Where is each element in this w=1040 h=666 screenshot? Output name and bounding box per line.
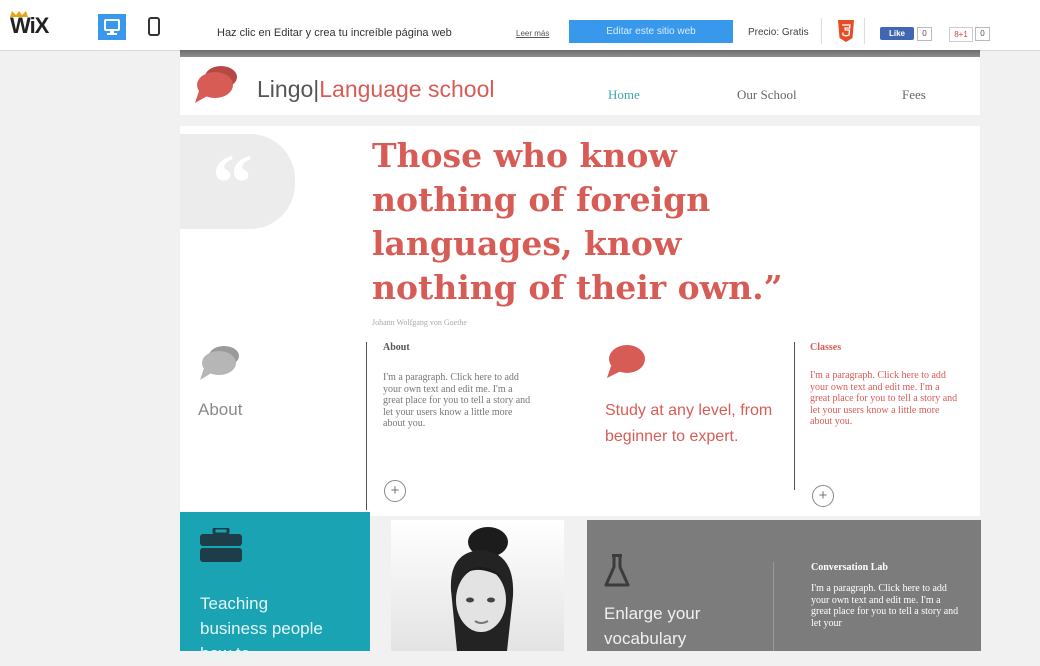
edit-site-button[interactable]: Editar este sitio web [569, 20, 733, 43]
divider [821, 18, 822, 44]
learn-more-link[interactable]: Leer más [516, 29, 549, 38]
column-divider [366, 342, 367, 510]
conversation-text: I'm a paragraph. Click here to add your … [811, 583, 959, 629]
site-title[interactable]: Lingo|Language school [257, 76, 494, 103]
classes-plus-button[interactable]: + [812, 485, 834, 507]
desktop-view-button[interactable] [98, 14, 126, 40]
classes-text: I'm a paragraph. Click here to add your … [810, 370, 958, 427]
divider [864, 18, 865, 44]
column-divider [794, 342, 795, 490]
woman-portrait-image [450, 527, 514, 651]
facebook-like-count: 0 [917, 27, 932, 41]
plus-icon: + [818, 487, 828, 504]
speech-bubble-icon [195, 66, 237, 103]
about-plus-button[interactable]: + [384, 480, 406, 502]
facebook-like-button[interactable]: Like [880, 27, 914, 40]
site-header: Lingo|Language school Home Our School Fe… [180, 57, 980, 115]
site-name: Lingo [257, 76, 314, 102]
site-top-stripe [180, 50, 980, 57]
column-divider [773, 562, 774, 651]
quote-icon: “ [212, 137, 253, 228]
classes-title: Classes [810, 342, 842, 353]
portrait-photo [391, 520, 564, 651]
nav-fees[interactable]: Fees [902, 87, 926, 103]
vocabulary-box: Enlarge your vocabulary Conversation Lab… [587, 520, 981, 651]
briefcase-icon [200, 528, 242, 562]
quote-author: Johann Wolfgang von Goethe [372, 318, 467, 327]
teaching-text: Teaching business people how to [200, 594, 323, 663]
nav-our-school[interactable]: Our School [737, 87, 797, 103]
about-title: About [383, 342, 410, 353]
nav-home[interactable]: Home [608, 87, 640, 103]
wix-crown-icon [10, 11, 28, 17]
speech-bubble-icon [200, 346, 239, 380]
desktop-icon [104, 19, 120, 35]
about-label: About [198, 400, 243, 419]
speech-bubble-icon [607, 345, 645, 378]
mobile-icon [148, 17, 160, 36]
hero-quote: Those who know nothing of foreign langua… [372, 136, 783, 307]
vocabulary-text: Enlarge your vocabulary [604, 604, 701, 648]
plus-icon: + [390, 482, 400, 499]
wix-logo[interactable]: WiX [10, 11, 49, 39]
html5-icon [838, 20, 854, 42]
google-plus-count: 0 [975, 27, 990, 41]
about-text: I'm a paragraph. Click here to add your … [383, 372, 531, 429]
wix-top-bar: WiX Haz clic en Editar y crea tu increíb… [0, 0, 1040, 51]
teaching-box: Teaching business people how to [180, 512, 370, 663]
promo-text: Haz clic en Editar y crea tu increíble p… [217, 27, 452, 39]
site-subtitle: Language school [319, 76, 495, 102]
conversation-title: Conversation Lab [811, 562, 888, 573]
price-label: Precio: Gratis [748, 27, 809, 38]
study-text: Study at any level, from beginner to exp… [605, 402, 773, 445]
mobile-view-button[interactable] [140, 14, 168, 40]
quote-badge: “ [180, 134, 295, 229]
google-plus-button[interactable]: 8+1 [949, 27, 973, 42]
flask-icon [604, 554, 630, 587]
